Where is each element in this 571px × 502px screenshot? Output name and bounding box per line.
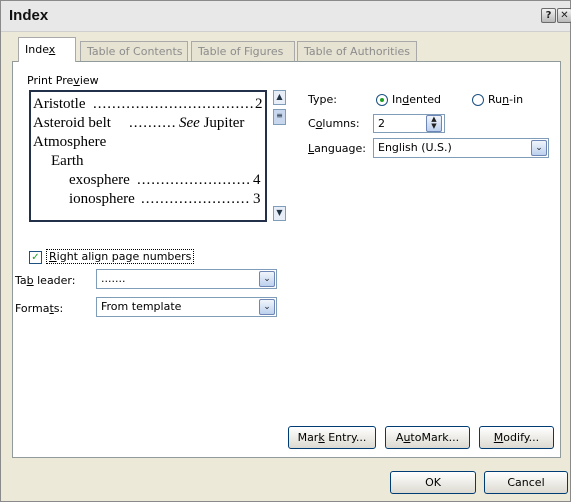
- formats-dropdown-icon[interactable]: ⌄: [259, 299, 275, 315]
- tab-index[interactable]: Index: [18, 37, 76, 62]
- dialog-title: Index: [9, 7, 49, 24]
- type-label: Type:: [308, 93, 337, 106]
- columns-spin-icon[interactable]: ▲ ▼: [426, 115, 442, 132]
- entry-text: exosphere: [69, 172, 130, 188]
- columns-value: 2: [378, 117, 385, 130]
- tab-index-accel: x: [48, 43, 56, 56]
- right-align-label[interactable]: Right align page numbers: [46, 249, 195, 264]
- entry-text: Asteroid belt: [33, 115, 111, 131]
- tab-leader-value: .......: [101, 272, 126, 285]
- tab-table-of-contents[interactable]: Table of Contents: [80, 41, 188, 61]
- run-in-radio-label[interactable]: Run-in: [488, 93, 523, 106]
- close-button[interactable]: ✕: [557, 8, 571, 23]
- entry-see: See: [179, 115, 200, 131]
- tab-table-of-figures[interactable]: Table of Figures: [191, 41, 295, 61]
- preview-entry: Asteroid belt .......... See Jupiter: [33, 114, 265, 133]
- preview-scroll-up-button[interactable]: ▲: [273, 90, 286, 105]
- formats-select[interactable]: From template: [96, 297, 277, 317]
- dot-leader: ..................................: [93, 96, 253, 112]
- index-tab-panel: Print Preview Aristotle ................…: [12, 61, 561, 458]
- tab-leader-dropdown-icon[interactable]: ⌄: [259, 271, 275, 287]
- print-preview-box: Aristotle ..............................…: [29, 90, 267, 222]
- language-value: English (U.S.): [378, 141, 452, 154]
- entry-page: 3: [253, 191, 261, 207]
- automark-button[interactable]: AutoMark...: [385, 426, 470, 449]
- entry-target: Jupiter: [199, 115, 245, 131]
- entry-page: 4: [253, 172, 261, 188]
- formats-value: From template: [101, 300, 182, 313]
- columns-label: Columns:: [308, 117, 360, 130]
- indented-radio[interactable]: [376, 94, 388, 106]
- preview-entry: exosphere ........................ 4: [69, 171, 263, 190]
- language-label: Language:: [308, 142, 367, 155]
- dot-leader: ........................: [141, 191, 251, 207]
- mark-entry-button[interactable]: Mark Entry...: [288, 426, 376, 449]
- entry-page: 2: [255, 96, 263, 112]
- index-dialog: Index ? ✕ Index Table of Contents Table …: [0, 0, 571, 502]
- tab-table-of-authorities[interactable]: Table of Authorities: [297, 41, 417, 61]
- entry-text: Atmosphere: [33, 134, 107, 150]
- modify-button[interactable]: Modify...: [479, 426, 554, 449]
- preview-scroll-thumb[interactable]: ≡: [273, 109, 286, 125]
- dot-leader: ........................: [137, 172, 251, 188]
- preview-scroll-down-button[interactable]: ▼: [273, 206, 286, 221]
- right-align-checkbox[interactable]: ✓: [29, 251, 42, 264]
- preview-entry: ionosphere ........................ 3: [69, 190, 263, 209]
- tab-leader-label: Tab leader:: [15, 274, 76, 287]
- preview-entry: Atmosphere: [33, 133, 106, 152]
- entry-text: Aristotle: [33, 96, 86, 112]
- language-select[interactable]: English (U.S.): [373, 138, 549, 158]
- language-dropdown-icon[interactable]: ⌄: [531, 140, 547, 156]
- preview-entry: Aristotle ..............................…: [33, 95, 263, 114]
- title-bar: Index ? ✕: [1, 1, 571, 32]
- cancel-button[interactable]: Cancel: [484, 471, 568, 494]
- dot-leader: ..........: [129, 115, 177, 131]
- formats-label: Formats:: [15, 302, 64, 315]
- tab-leader-select[interactable]: .......: [96, 269, 277, 289]
- entry-text: Earth: [51, 153, 84, 169]
- indented-radio-label[interactable]: Indented: [392, 93, 441, 106]
- help-button[interactable]: ?: [541, 8, 556, 23]
- run-in-radio[interactable]: [472, 94, 484, 106]
- ok-button[interactable]: OK: [390, 471, 476, 494]
- entry-text: ionosphere: [69, 191, 135, 207]
- preview-entry: Earth: [51, 152, 83, 171]
- print-preview-label: Print Preview: [27, 74, 99, 87]
